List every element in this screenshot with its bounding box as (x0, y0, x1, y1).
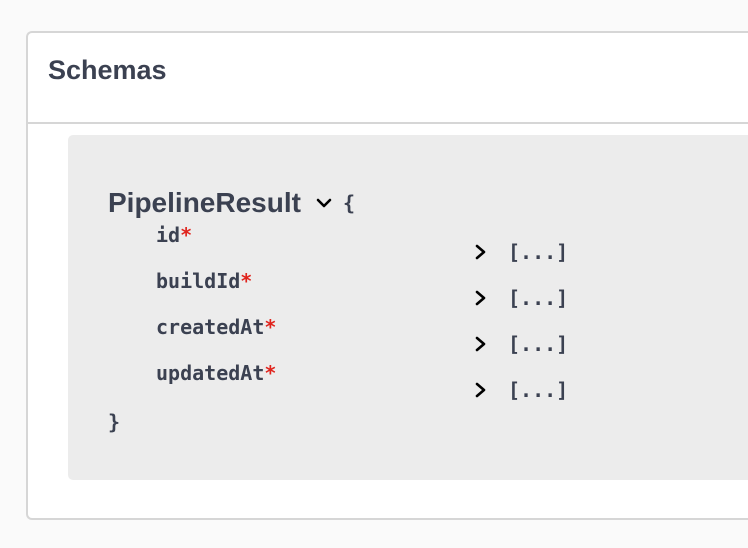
chevron-right-icon[interactable] (474, 243, 488, 261)
model-open-brace: { (342, 191, 355, 215)
model-toggle[interactable]: PipelineResult { (108, 187, 355, 219)
chevron-right-icon[interactable] (474, 289, 488, 307)
property-name: buildId* (156, 269, 253, 293)
property-row-buildId: buildId* [...] (68, 269, 748, 310)
model-close-brace: } (108, 410, 121, 434)
property-expand[interactable]: [...] (474, 332, 568, 356)
property-name: createdAt* (156, 315, 277, 339)
required-marker: * (264, 315, 277, 339)
property-row-createdAt: createdAt* [...] (68, 315, 748, 356)
schemas-section-header[interactable]: Schemas (28, 33, 748, 124)
schemas-title: Schemas (48, 55, 167, 85)
property-name: id* (156, 223, 193, 247)
model-title: PipelineResult (108, 187, 301, 218)
schemas-section: Schemas PipelineResult { id* [...] build… (26, 31, 748, 520)
chevron-right-icon[interactable] (474, 381, 488, 399)
property-name: updatedAt* (156, 361, 277, 385)
property-expand[interactable]: [...] (474, 378, 568, 402)
collapsed-value: [...] (508, 240, 569, 264)
chevron-right-icon[interactable] (474, 335, 488, 353)
property-row-id: id* [...] (68, 223, 748, 264)
property-expand[interactable]: [...] (474, 286, 568, 310)
property-row-updatedAt: updatedAt* [...] (68, 361, 748, 402)
required-marker: * (264, 361, 277, 385)
collapsed-value: [...] (508, 378, 569, 402)
collapsed-value: [...] (508, 332, 569, 356)
property-expand[interactable]: [...] (474, 240, 568, 264)
required-marker: * (180, 223, 193, 247)
model-container: PipelineResult { id* [...] buildId* [...… (68, 135, 748, 480)
chevron-down-icon[interactable] (315, 194, 333, 212)
collapsed-value: [...] (508, 286, 569, 310)
required-marker: * (240, 269, 253, 293)
